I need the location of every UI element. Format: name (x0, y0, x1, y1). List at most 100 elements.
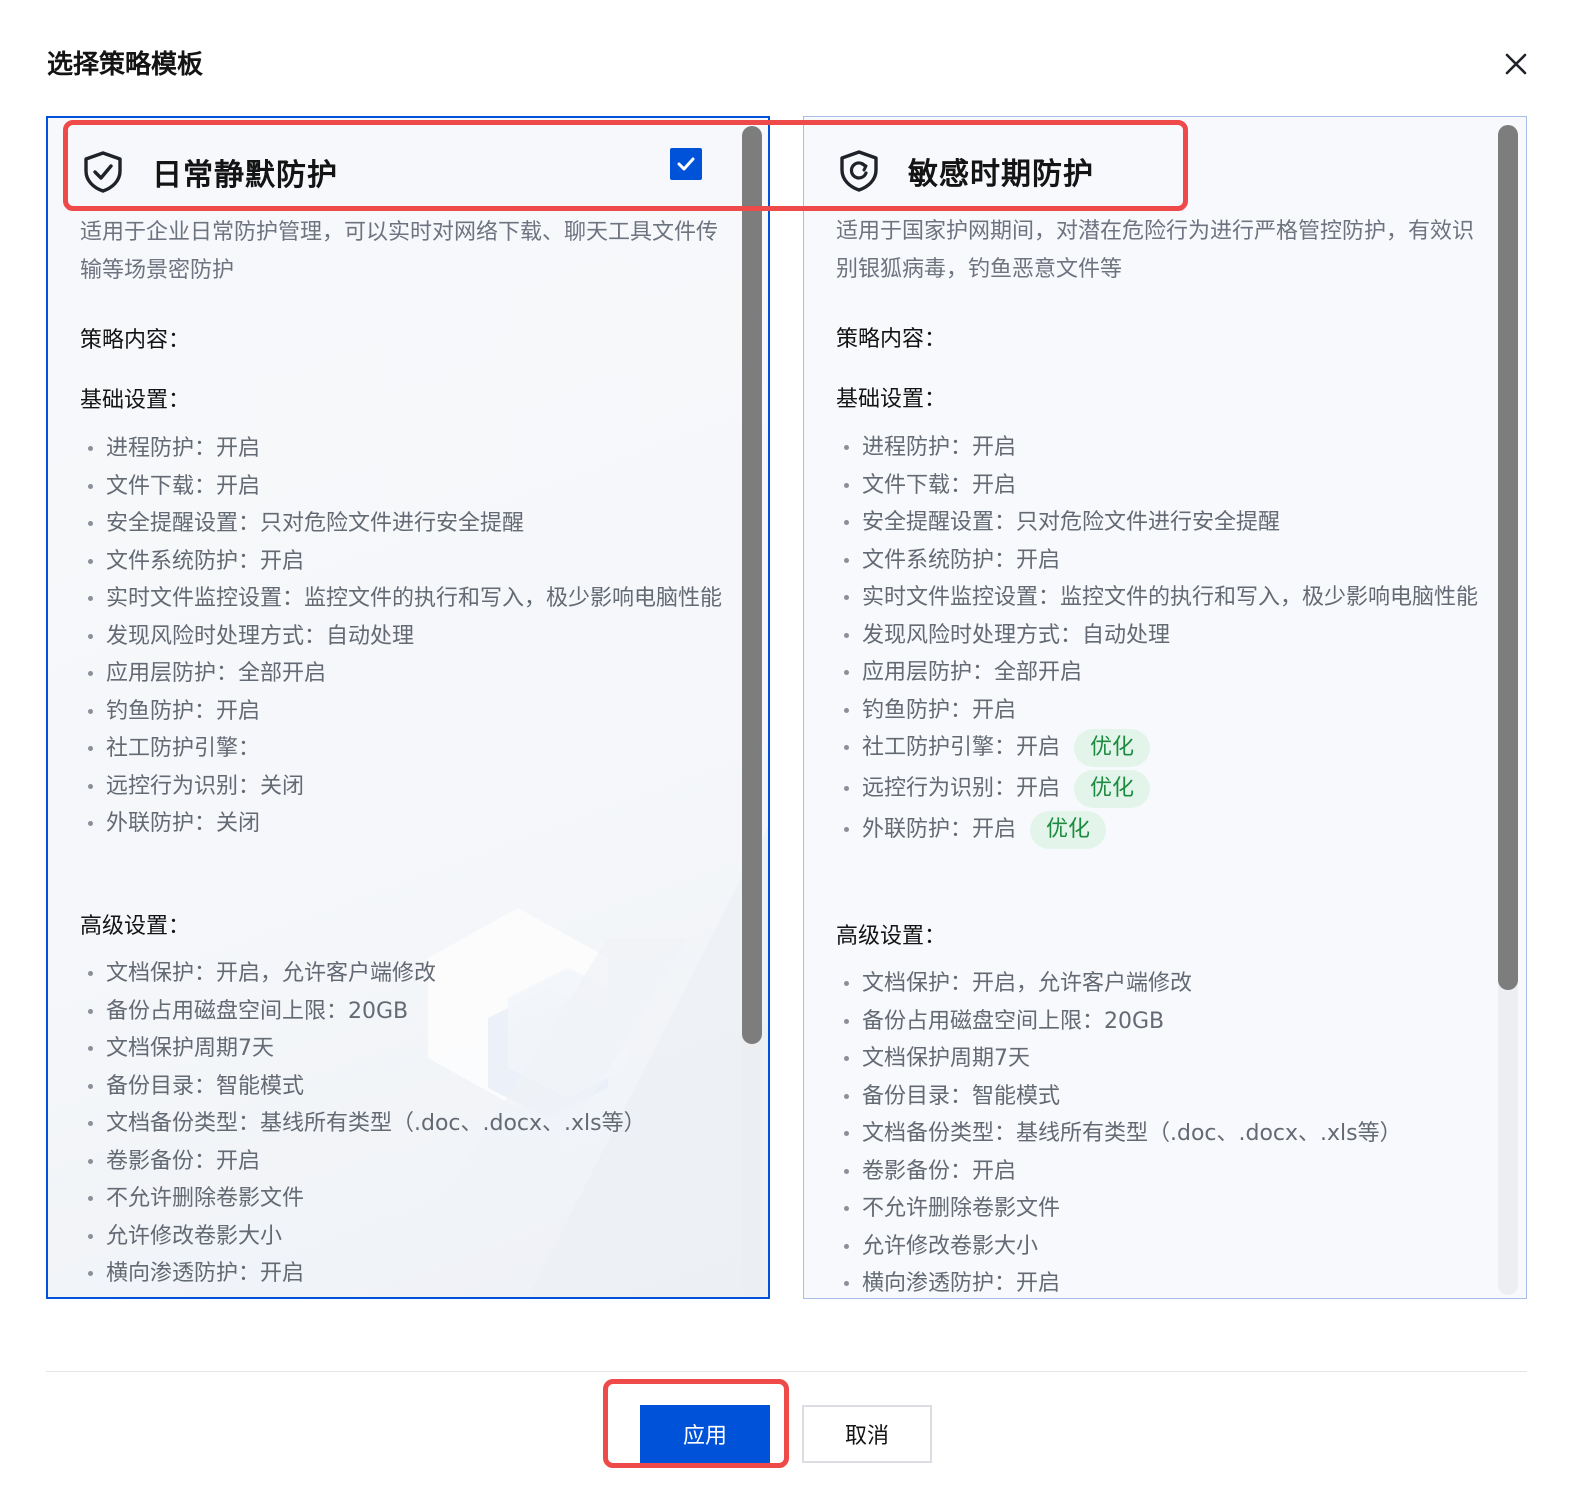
list-item-text: 进程防护：开启 (862, 435, 1017, 460)
card-description: 适用于企业日常防护管理，可以实时对网络下载、聊天工具文件传输等场景密防护 (80, 220, 719, 283)
cancel-button[interactable]: 取消 (802, 1405, 932, 1463)
scrollbar-thumb[interactable] (742, 126, 762, 1044)
list-item: 文档保护：开启，允许客户端修改 (80, 955, 740, 993)
template-card-daily[interactable]: 日常静默防护 适用于企业日常防护管理，可以实时对网络下载、聊天工具文件传输等场景… (46, 116, 770, 1299)
list-item: 不允许删除卷影文件 (836, 1190, 1496, 1228)
list-item-text: 社工防护引擎：开启 (862, 735, 1061, 760)
list-item-text: 备份目录：智能模式 (106, 1073, 305, 1099)
list-item: 应用层防护：全部开启 (80, 655, 740, 693)
card-title: 敏感时期防护 (908, 157, 1094, 192)
list-item-text: 备份占用磁盘空间上限：20GB (106, 998, 409, 1024)
list-item: 社工防护引擎： (80, 730, 740, 768)
basic-settings-heading: 基础设置： (80, 388, 191, 413)
list-item-text: 外联防护：关闭 (106, 811, 261, 836)
list-item-text: 远控行为识别：关闭 (106, 773, 305, 799)
list-item-text: 文件系统防护：开启 (106, 548, 305, 574)
list-item-text: 允许修改卷影大小 (862, 1233, 1039, 1259)
list-item: 进程防护：开启 (80, 430, 740, 468)
list-item-text: 文档备份类型：基线所有类型（.doc、.docx、.xls等） (106, 1111, 646, 1136)
list-item-text: 文件下载：开启 (862, 472, 1017, 498)
list-item: 钓鱼防护：开启 (80, 693, 740, 731)
list-item: 外联防护：关闭 (80, 805, 740, 843)
list-item: 实时文件监控设置：监控文件的执行和写入，极少影响电脑性能 (836, 579, 1496, 617)
shield-refresh-icon (840, 150, 878, 192)
checkmark-icon (677, 157, 695, 171)
list-item-text: 远控行为识别：开启 (862, 776, 1061, 801)
list-item: 卷影备份：开启 (836, 1153, 1496, 1191)
optimized-tag: 优化 (1030, 811, 1107, 849)
dialog-title: 选择策略模板 (47, 50, 204, 80)
list-item-text: 文件系统防护：开启 (862, 547, 1061, 573)
content-heading: 策略内容： (836, 327, 947, 352)
basic-settings-list: 进程防护：开启 文件下载：开启安全提醒设置：只对危险文件进行安全提醒 文件系统防护：… (836, 429, 1496, 852)
list-item-text: 卷影备份：开启 (862, 1158, 1017, 1184)
list-item: 文档保护周期7天 (836, 1040, 1496, 1078)
advanced-settings-heading: 高级设置： (836, 924, 947, 949)
list-item: 横向渗透防护：开启 (80, 1255, 740, 1293)
list-item: 文件下载：开启 (80, 468, 740, 506)
list-item-text: 文档保护：开启，允许客户端修改 (862, 971, 1193, 996)
close-icon[interactable] (1500, 48, 1532, 80)
list-item: 横向渗透防护：开启 (836, 1265, 1496, 1298)
list-item-text: 应用层防护：全部开启 (106, 661, 327, 686)
list-item-text: 文档保护：开启，允许客户端修改 (106, 961, 437, 986)
list-item: 备份目录：智能模式 (80, 1068, 740, 1106)
list-item: 文档备份类型：基线所有类型（.doc、.docx、.xls等） (836, 1115, 1496, 1153)
list-item: 安全提醒设置：只对危险文件进行安全提醒 (80, 505, 740, 543)
list-item-text: 实时文件监控设置：监控文件的执行和写入，极少影响电脑性能 (106, 586, 723, 611)
list-item: 不允许删除卷影文件 (80, 1180, 740, 1218)
list-item-text: 社工防护引擎： (106, 736, 261, 761)
shield-check-icon (84, 151, 122, 193)
selected-checkbox[interactable] (670, 148, 702, 180)
list-item-text: 备份占用磁盘空间上限：20GB (862, 1008, 1165, 1034)
list-item: 文档保护周期7天 (80, 1030, 740, 1068)
card-description: 适用于国家护网期间，对潜在危险行为进行严格管控防护，有效识别银狐病毒，钓鱼恶意文… (836, 219, 1475, 282)
list-item: 允许修改卷影大小 (836, 1228, 1496, 1266)
list-item: 文档备份类型：基线所有类型（.doc、.docx、.xls等） (80, 1105, 740, 1143)
scrollbar-thumb[interactable] (1498, 125, 1518, 990)
list-item-text: 卷影备份：开启 (106, 1148, 261, 1174)
list-item-text: 实时文件监控设置：监控文件的执行和写入，极少影响电脑性能 (862, 585, 1479, 610)
list-item: 文件系统防护：开启 (836, 542, 1496, 580)
optimized-tag: 优化 (1074, 729, 1151, 767)
list-item-text: 安全提醒设置：只对危险文件进行安全提醒 (862, 510, 1281, 535)
list-item: 外联防护：开启 优化 (836, 811, 1496, 849)
scrollbar-track[interactable] (742, 126, 762, 1296)
list-item-text: 横向渗透防护：开启 (862, 1271, 1061, 1296)
list-item-text: 文档备份类型：基线所有类型（.doc、.docx、.xls等） (862, 1121, 1402, 1146)
content-heading: 策略内容： (80, 328, 191, 353)
list-item-text: 备份目录：智能模式 (862, 1083, 1061, 1109)
apply-button[interactable]: 应用 (640, 1405, 770, 1463)
list-item: 社工防护引擎：开启 优化 (836, 729, 1496, 767)
advanced-settings-list: 文档保护：开启，允许客户端修改 备份占用磁盘空间上限：20GB 文档保护周期7天备份… (836, 965, 1496, 1298)
list-item-text: 应用层防护：全部开启 (862, 660, 1083, 685)
advanced-settings-heading: 高级设置： (80, 914, 191, 939)
list-item: 卷影备份：开启 (80, 1143, 740, 1181)
list-item: 发现风险时处理方式：自动处理 (80, 618, 740, 656)
template-card-sensitive[interactable]: 敏感时期防护 适用于国家护网期间，对潜在危险行为进行严格管控防护，有效识别银狐病… (803, 116, 1527, 1299)
list-item: 备份目录：智能模式 (836, 1078, 1496, 1116)
list-item: 应用层防护：全部开启 (836, 654, 1496, 692)
list-item: 文件系统防护：开启 (80, 543, 740, 581)
list-item: 钓鱼防护：开启 (836, 692, 1496, 730)
list-item-text: 文档保护周期7天 (106, 1036, 274, 1061)
list-item: 远控行为识别：开启 优化 (836, 770, 1496, 808)
list-item-text: 文档保护周期7天 (862, 1046, 1030, 1071)
list-item: 文件下载：开启 (836, 467, 1496, 505)
list-item-text: 进程防护：开启 (106, 436, 261, 461)
list-item: 文档保护：开启，允许客户端修改 (836, 965, 1496, 1003)
basic-settings-heading: 基础设置： (836, 387, 947, 412)
list-item: 安全提醒设置：只对危险文件进行安全提醒 (836, 504, 1496, 542)
list-item: 备份占用磁盘空间上限：20GB (836, 1003, 1496, 1041)
scrollbar-track[interactable] (1498, 125, 1518, 1295)
list-item-text: 横向渗透防护：开启 (106, 1261, 305, 1286)
list-item: 实时文件监控设置：监控文件的执行和写入，极少影响电脑性能 (80, 580, 740, 618)
basic-settings-list: 进程防护：开启 文件下载：开启安全提醒设置：只对危险文件进行安全提醒文件系统防护：… (80, 430, 740, 843)
list-item-text: 钓鱼防护：开启 (106, 698, 261, 724)
list-item-text: 发现风险时处理方式：自动处理 (862, 622, 1171, 648)
list-item-text: 发现风险时处理方式：自动处理 (106, 623, 415, 649)
list-item-text: 文件下载：开启 (106, 473, 261, 499)
list-item: 进程防护：开启 (836, 429, 1496, 467)
advanced-settings-list: 文档保护：开启，允许客户端修改 备份占用磁盘空间上限：20GB 文档保护周期7天备份… (80, 955, 740, 1293)
list-item-text: 外联防护：开启 (862, 817, 1017, 842)
